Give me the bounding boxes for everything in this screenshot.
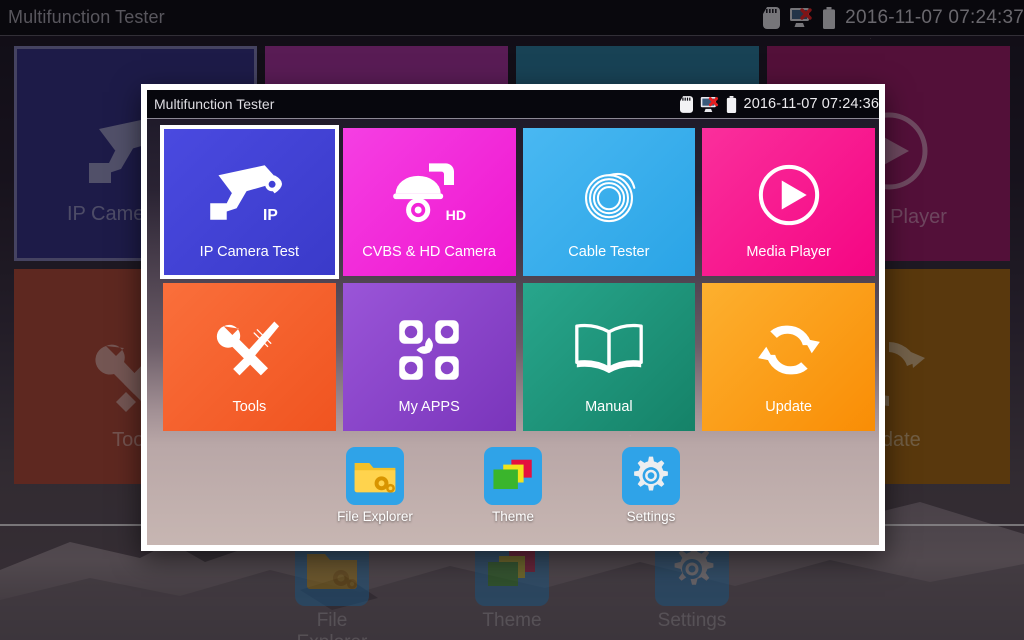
battery-icon <box>823 6 836 29</box>
window-title: Multifunction Tester <box>154 96 275 112</box>
dock-label: Theme <box>491 509 535 524</box>
cable-coil-icon <box>571 157 647 233</box>
window-dock: File Explorer Theme Settings <box>147 447 879 539</box>
network-disconnected-icon <box>790 8 812 27</box>
tile-label: Cable Tester <box>568 244 650 260</box>
tile-manual[interactable]: Manual <box>522 283 696 431</box>
window-clock: 2016-11-07 07:24:36 <box>743 96 879 112</box>
svg-text:IP: IP <box>263 207 278 224</box>
dock-theme[interactable]: Theme <box>465 447 561 524</box>
tile-label: Update <box>765 399 812 415</box>
dock-label: File Explorer <box>337 509 413 524</box>
window-status-bar: Multifunction Tester 2016-11-07 07:24:36 <box>147 90 879 119</box>
desktop-clock: 2016-11-07 07:24:37 <box>845 6 1024 28</box>
sd-card-icon <box>679 95 693 113</box>
multifunction-tester-window: Multifunction Tester 2016-11-07 07:24:36… <box>141 84 885 551</box>
tile-update[interactable]: Update <box>702 283 875 431</box>
battery-icon <box>726 95 736 113</box>
svg-text:HD: HD <box>446 208 466 224</box>
tile-label: Media Player <box>746 244 831 260</box>
theme-cards-icon <box>484 447 542 505</box>
dock-label: Settings <box>626 509 676 524</box>
tile-cable-tester[interactable]: Cable Tester <box>522 128 696 276</box>
tile-cvbs-hd-camera[interactable]: HD CVBS & HD Camera <box>342 128 516 276</box>
window-tile-grid: IP IP Camera Test HD CVBS & HD Camera Ca… <box>160 125 875 431</box>
folder-gear-icon <box>346 447 404 505</box>
dome-camera-icon: HD <box>386 160 472 230</box>
sd-card-icon <box>763 6 781 29</box>
desktop-status-icons <box>763 6 836 29</box>
open-book-icon <box>567 317 651 383</box>
refresh-icon <box>750 314 828 386</box>
desktop-dock-label: File Explorer <box>297 610 368 640</box>
tile-label: Manual <box>585 399 633 415</box>
gear-icon <box>622 447 680 505</box>
tile-label: CVBS & HD Camera <box>362 244 496 260</box>
tile-label: My APPS <box>398 399 460 415</box>
tile-ip-camera-test[interactable]: IP IP Camera Test <box>160 125 339 279</box>
dock-settings[interactable]: Settings <box>603 447 699 524</box>
window-status-icons <box>679 95 737 113</box>
tile-tools[interactable]: Tools <box>163 283 336 431</box>
network-disconnected-icon <box>700 96 718 112</box>
bullet-camera-icon: IP <box>203 162 295 228</box>
tile-label: IP Camera Test <box>199 244 300 260</box>
tile-label: Tools <box>232 399 267 415</box>
desktop-status-bar: Multifunction Tester 2016-11-07 07:24:37 <box>0 0 1024 36</box>
tools-icon <box>211 312 287 388</box>
tile-media-player[interactable]: Media Player <box>702 128 875 276</box>
apps-flower-icon <box>393 314 465 386</box>
desktop-dock-label: Theme <box>482 610 542 631</box>
desktop-title: Multifunction Tester <box>8 7 165 27</box>
tile-my-apps[interactable]: My APPS <box>342 283 516 431</box>
dock-file-explorer[interactable]: File Explorer <box>327 447 423 524</box>
play-circle-icon <box>752 158 826 232</box>
desktop-dock-label: Settings <box>657 610 727 631</box>
